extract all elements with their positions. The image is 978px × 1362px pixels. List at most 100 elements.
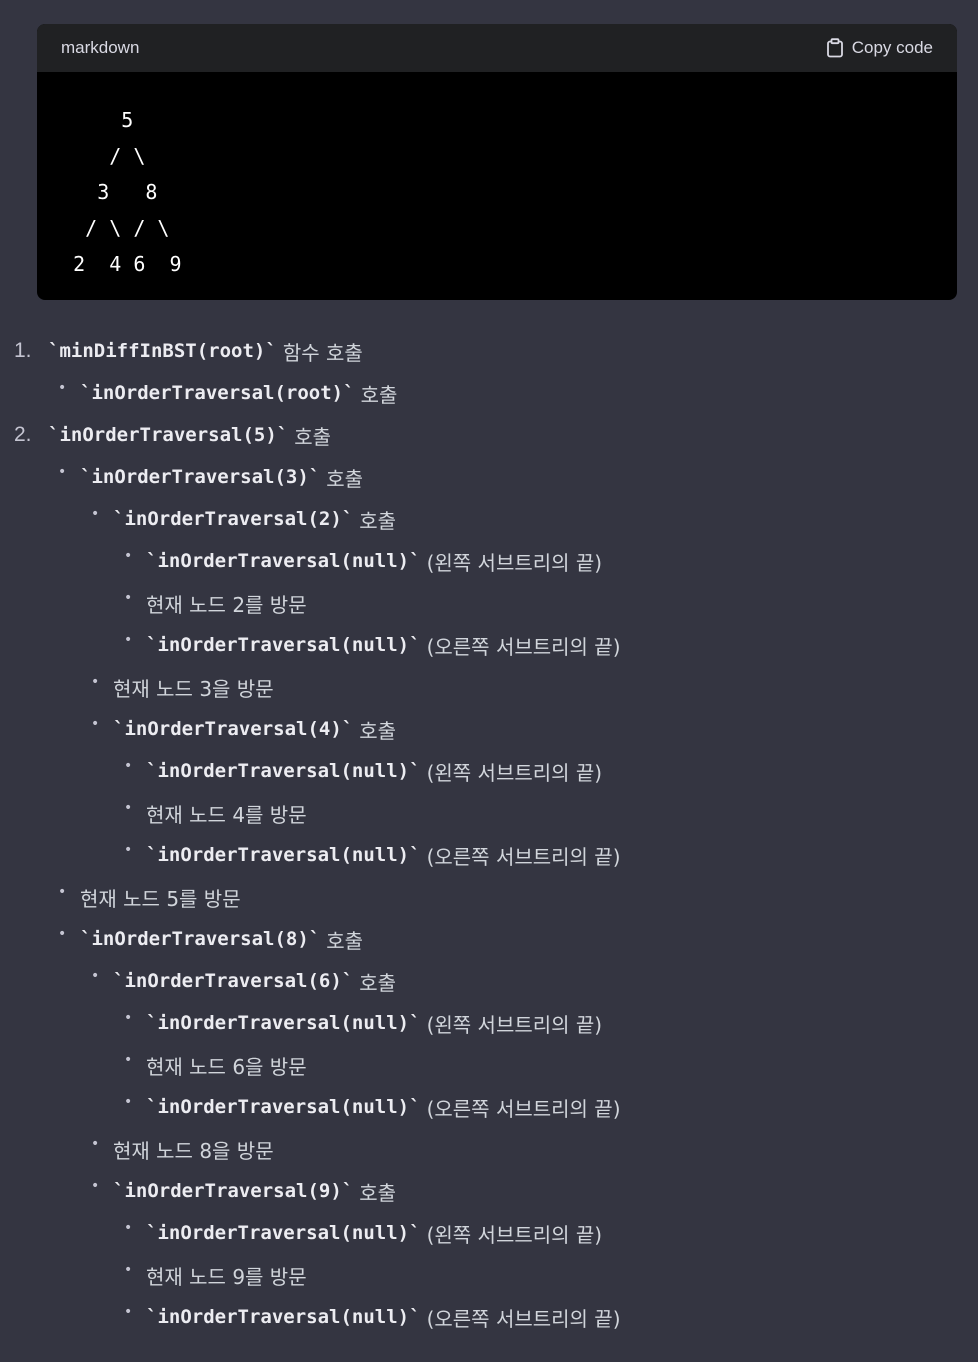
bullet-icon: •: [124, 800, 133, 816]
list-item: • ` inOrderTraversal(null) ` (오른쪽 서브트리의 끝): [0, 1296, 978, 1338]
backtick: `: [276, 424, 289, 446]
list-item-content: ` inOrderTraversal(5) ` 호출: [48, 421, 331, 450]
list-item-content: 현재 노드 9를 방문: [146, 1261, 307, 1290]
list-item: • ` inOrderTraversal(null) ` (왼쪽 서브트리의 끝): [0, 1002, 978, 1044]
backtick: `: [308, 928, 321, 950]
backtick: `: [265, 340, 277, 362]
backtick: `: [146, 550, 158, 572]
bullet-icon: •: [91, 968, 100, 984]
backtick: `: [146, 1096, 158, 1118]
backtick: `: [80, 928, 92, 950]
list-item-text: 함수 호출: [282, 340, 363, 365]
backtick: `: [409, 1222, 421, 1244]
inline-code: inOrderTraversal(3): [91, 466, 309, 488]
list-item-content: ` inOrderTraversal(root) ` 호출: [80, 379, 397, 408]
bullet-icon: •: [124, 842, 133, 858]
list-item-text: 현재 노드 2를 방문: [146, 592, 307, 617]
backtick: `: [343, 382, 355, 404]
backtick: `: [146, 1306, 158, 1328]
bullet-icon: •: [91, 1136, 100, 1152]
backtick: `: [308, 466, 321, 488]
list-item: • ` inOrderTraversal(root) ` 호출: [0, 372, 978, 414]
list-item-text: 호출: [359, 1180, 397, 1205]
backtick: `: [341, 1180, 354, 1202]
backtick: `: [409, 634, 421, 656]
list-item-content: ` inOrderTraversal(null) ` (오른쪽 서브트리의 끝): [146, 631, 621, 660]
copy-code-button[interactable]: Copy code: [826, 38, 933, 58]
inline-code: inOrderTraversal(8): [91, 928, 309, 950]
list-item: • ` inOrderTraversal(null) ` (오른쪽 서브트리의 끝): [0, 834, 978, 876]
code-header: markdown Copy code: [37, 24, 957, 72]
backtick: `: [409, 550, 421, 572]
list-item-text: 현재 노드 6을 방문: [146, 1054, 307, 1079]
backtick: `: [146, 760, 158, 782]
list-item-text: (오른쪽 서브트리의 끝): [426, 1096, 621, 1121]
inline-code: inOrderTraversal(null): [157, 634, 410, 656]
list-item-text: (왼쪽 서브트리의 끝): [426, 1222, 603, 1247]
backtick: `: [113, 1180, 125, 1202]
list-item-text: 호출: [359, 970, 397, 995]
list-item-content: ` inOrderTraversal(9) ` 호출: [113, 1177, 396, 1206]
list-item-content: ` inOrderTraversal(null) ` (왼쪽 서브트리의 끝): [146, 757, 602, 786]
backtick: `: [48, 424, 60, 446]
backtick: `: [146, 844, 158, 866]
list-item-content: ` inOrderTraversal(null) ` (왼쪽 서브트리의 끝): [146, 1219, 602, 1248]
list-item: • ` inOrderTraversal(9) ` 호출: [0, 1170, 978, 1212]
bullet-icon: •: [124, 1262, 133, 1278]
inline-code: inOrderTraversal(5): [59, 424, 277, 446]
bullet-icon: •: [58, 884, 67, 900]
list-item: • 현재 노드 3을 방문: [0, 666, 978, 708]
list-item: • 현재 노드 4를 방문: [0, 792, 978, 834]
list-item-content: ` inOrderTraversal(null) ` (왼쪽 서브트리의 끝): [146, 1009, 602, 1038]
backtick: `: [341, 718, 354, 740]
list-item: • ` inOrderTraversal(null) ` (오른쪽 서브트리의 끝): [0, 624, 978, 666]
backtick: `: [113, 718, 125, 740]
list-item: • ` inOrderTraversal(null) ` (오른쪽 서브트리의 끝): [0, 1086, 978, 1128]
list-item: • ` inOrderTraversal(2) ` 호출: [0, 498, 978, 540]
inline-code: inOrderTraversal(9): [124, 1180, 342, 1202]
backtick: `: [146, 1012, 158, 1034]
list-item: • ` inOrderTraversal(3) ` 호출: [0, 456, 978, 498]
backtick: `: [80, 382, 92, 404]
list-item-content: ` inOrderTraversal(null) ` (오른쪽 서브트리의 끝): [146, 841, 621, 870]
inline-code: inOrderTraversal(null): [157, 1012, 410, 1034]
backtick: `: [409, 1306, 421, 1328]
list-item: • ` inOrderTraversal(4) ` 호출: [0, 708, 978, 750]
backtick: `: [146, 634, 158, 656]
bullet-icon: •: [58, 464, 67, 480]
copy-code-label: Copy code: [851, 38, 933, 57]
inline-code: inOrderTraversal(4): [124, 718, 342, 740]
inline-code: inOrderTraversal(6): [124, 970, 342, 992]
bullet-icon: •: [91, 506, 100, 522]
list-item: • 현재 노드 2를 방문: [0, 582, 978, 624]
list-item: • ` inOrderTraversal(null) ` (왼쪽 서브트리의 끝): [0, 1212, 978, 1254]
code-language-label: markdown: [61, 38, 140, 57]
list-item-text: 호출: [360, 382, 398, 407]
list-item-text: 현재 노드 8을 방문: [113, 1138, 274, 1163]
list-item-content: 현재 노드 5를 방문: [80, 883, 241, 912]
backtick: `: [48, 340, 60, 362]
list-item: • 현재 노드 5를 방문: [0, 876, 978, 918]
inline-code: inOrderTraversal(2): [124, 508, 342, 530]
list-item-content: ` inOrderTraversal(null) ` (오른쪽 서브트리의 끝): [146, 1093, 621, 1122]
bullet-icon: •: [124, 1094, 133, 1110]
list-item: • 현재 노드 9를 방문: [0, 1254, 978, 1296]
list-item: 1. ` minDiffInBST(root) ` 함수 호출: [0, 330, 978, 372]
list-item-text: 호출: [326, 466, 364, 491]
list-item-text: (오른쪽 서브트리의 끝): [426, 1306, 621, 1331]
list-item-text: 호출: [359, 718, 397, 743]
list-item: 2. ` inOrderTraversal(5) ` 호출: [0, 414, 978, 456]
list-item-content: ` minDiffInBST(root) ` 함수 호출: [48, 337, 363, 366]
bullet-icon: •: [58, 926, 67, 942]
list-item-text: (오른쪽 서브트리의 끝): [426, 634, 621, 659]
backtick: `: [341, 508, 354, 530]
bullet-icon: •: [124, 590, 133, 606]
list-item-content: ` inOrderTraversal(8) ` 호출: [80, 925, 363, 954]
backtick: `: [146, 1222, 158, 1244]
list-item-text: (오른쪽 서브트리의 끝): [426, 844, 621, 869]
bullet-icon: •: [91, 716, 100, 732]
list-item-content: ` inOrderTraversal(null) ` (오른쪽 서브트리의 끝): [146, 1303, 621, 1332]
list-item-content: 현재 노드 6을 방문: [146, 1051, 307, 1080]
list-item-text: (왼쪽 서브트리의 끝): [426, 760, 603, 785]
bullet-icon: •: [124, 1052, 133, 1068]
